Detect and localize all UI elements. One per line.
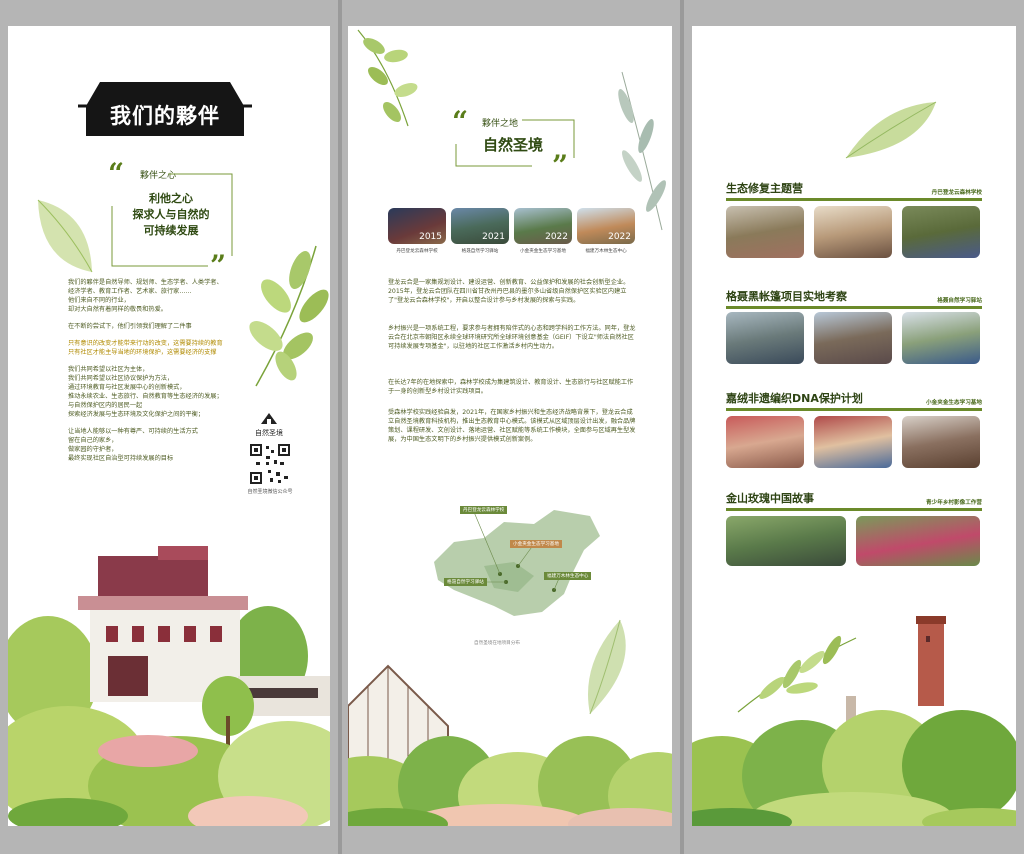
map-label: 丹巴登龙云森林学校 [460, 506, 508, 514]
paragraph: 受森林学校实践经验启发，2021年，在国家乡村振兴和生态经济战略背景下，登龙云合… [388, 409, 636, 443]
closing-line: 最终实现社区自治型可持续发展的目标 [68, 455, 174, 462]
section-title: 生态修复主题营 [726, 182, 803, 195]
section-rule [726, 408, 982, 411]
project-photo[interactable] [814, 312, 892, 364]
leaf-illustration [845, 101, 937, 159]
panel-partners: 我们的夥伴 “ 夥伴之心 利他之心 探求人与自然的 可持续发展 ” 我们的夥伴是… [8, 26, 330, 826]
close-quote-icon: ” [210, 249, 227, 282]
timeline-caption: 格聂自然学习驿站 [461, 249, 499, 254]
project-photo[interactable] [726, 416, 804, 468]
intro-line: 他们来自不同的行业， [68, 297, 130, 304]
qr-caption: 自然圣境微信公众号 [247, 489, 293, 495]
quote-line-2: 探求人与自然的 [132, 208, 210, 221]
project-photo[interactable] [726, 206, 804, 258]
project-photo[interactable] [902, 206, 980, 258]
timeline-year: 2015 [419, 232, 442, 242]
intro-line: 经济学者、教育工作者、艺术家、旅行家…… [68, 288, 192, 295]
hope-line: 与自然保护区内的居民一起 [68, 402, 143, 409]
quote-line-1: 利他之心 [149, 192, 193, 205]
timeline-year: 2021 [482, 232, 505, 242]
project-photo[interactable] [726, 516, 846, 566]
timeline-caption: 丹巴登龙云森林学校 [396, 249, 438, 254]
panel-land: “ 夥伴之地 自然圣境 ” 2015 2021 2022 2022 丹巴登龙云森… [348, 26, 672, 826]
logo-text: 自然圣境 [255, 429, 283, 437]
hope-line: 通过环境教育与社区发展中心的创新模式， [68, 384, 186, 391]
project-photo[interactable] [814, 416, 892, 468]
closing-line: 让当地人能够以一种有尊严、可持续的生活方式 [68, 428, 198, 435]
china-map[interactable] [414, 502, 614, 632]
hope-line: 探索经济发展与生态环境及文化保护之间的平衡； [68, 411, 205, 418]
highlight-line: 只有社区才能主导当地的环境保护，这需要经济的支撑 [68, 349, 217, 356]
highlight-line: 只有意识的改变才能带来行动的改变，这需要持续的教育 [68, 340, 223, 347]
project-photo[interactable] [814, 206, 892, 258]
section-title: 金山玫瑰中国故事 [726, 492, 814, 505]
timeline-photo[interactable]: 2022 [577, 208, 635, 244]
section-rule [726, 198, 982, 201]
hope-line: 推动永续农业、生态旅行、自然教育等生态经济的发展； [68, 393, 223, 400]
panel-projects: 生态修复主题营 丹巴登龙云森林学校 格聂黑帐篷项目实地考察 格聂自然学习驿站 嘉… [692, 26, 1016, 826]
intro-text: 我们的夥伴是自然导师、规划师、生态学者、人类学者、 经济学者、教育工作者、艺术家… [68, 278, 268, 463]
hope-line: 我们共同希望以社区协议保护为方法， [68, 375, 174, 382]
project-photo[interactable] [902, 312, 980, 364]
section-title: 格聂黑帐篷项目实地考察 [726, 290, 847, 303]
intro-line: 却对大自然有着同样的敬畏和热爱。 [68, 306, 167, 313]
section-tag: 格聂自然学习驿站 [937, 298, 982, 304]
hope-line: 我们共同希望以社区为主体， [68, 366, 149, 373]
section-rule [726, 306, 982, 309]
leaf-illustration [37, 199, 93, 273]
close-quote-icon: ” [552, 149, 569, 182]
map-label: 福建万木林生态中心 [544, 572, 592, 580]
quote-line-3: 可持续发展 [143, 224, 199, 237]
banner-title: 我们的夥伴 [110, 104, 220, 128]
project-photo[interactable] [902, 416, 980, 468]
section-tag: 丹巴登龙云森林学校 [931, 190, 982, 196]
greenhouse-landscape-illustration [348, 664, 672, 826]
section-rule [726, 508, 982, 511]
top-branch-illustration [357, 29, 418, 127]
closing-line: 留在自己的家乡， [68, 437, 118, 444]
try-line: 在不断的尝试下，他们引领我们理解了二件事 [68, 323, 192, 330]
watchtower-landscape-illustration [692, 616, 1016, 826]
timeline-photo[interactable]: 2022 [514, 208, 572, 244]
section-tag: 青少年乡村影像工作营 [926, 500, 982, 506]
map-label: 小金夹金生态学习基地 [510, 540, 562, 548]
logo-icon [261, 413, 277, 424]
timeline-year: 2022 [608, 232, 631, 242]
project-photo[interactable] [856, 516, 980, 566]
section-tag: 小金夹金生态学习基地 [926, 400, 982, 406]
quote-title: 自然圣境 [482, 136, 543, 154]
timeline-year: 2022 [545, 232, 568, 242]
timeline-caption: 福建万木林生态中心 [585, 249, 627, 254]
project-photo[interactable] [726, 312, 804, 364]
qr-code[interactable] [248, 442, 292, 486]
timeline-photo[interactable]: 2021 [451, 208, 509, 244]
paragraph: 在长达7年的在地探索中，森林学校成为集建筑设计、教育设计、生态旅行与社区赋能工作… [388, 379, 634, 395]
closing-line: 做家园的守护者， [68, 446, 118, 453]
timeline-caption: 小金夹金生态学习基地 [520, 249, 566, 254]
paragraph: 乡村振兴是一项系统工程，要求参与者拥有陪伴式的心态和跨学科的工作方法。同年，登龙… [388, 325, 636, 350]
map-label: 格聂自然学习驿站 [444, 578, 487, 586]
intro-line: 我们的夥伴是自然导师、规划师、生态学者、人类学者、 [68, 279, 223, 286]
timeline-photo[interactable]: 2015 [388, 208, 446, 244]
village-house-illustration [8, 546, 330, 826]
paragraph: 登龙云合是一家集规划设计、建设运营、创新教育、公益保护和发展的社会创新型企业。2… [388, 279, 630, 304]
section-title: 嘉绒非遗编织DNA保护计划 [726, 392, 863, 405]
